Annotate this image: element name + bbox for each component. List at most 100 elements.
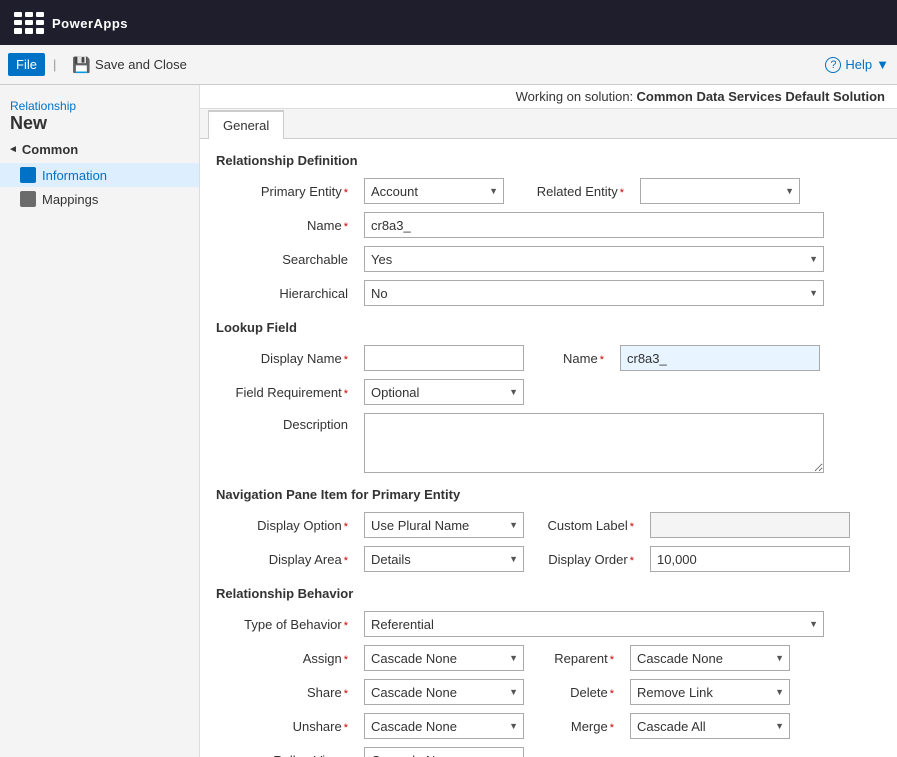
primary-entity-select[interactable]: Account bbox=[364, 178, 504, 204]
help-chevron-icon: ▼ bbox=[876, 57, 889, 72]
type-behavior-select[interactable]: Referential Parental Custom bbox=[364, 611, 824, 637]
name2-label: Name* bbox=[532, 351, 612, 366]
name-label: Name* bbox=[216, 218, 356, 233]
name-row: Name* cr8a3_ bbox=[216, 212, 881, 238]
sidebar-item-information[interactable]: Information bbox=[0, 163, 199, 187]
help-button[interactable]: ? Help ▼ bbox=[825, 57, 889, 73]
delete-select-wrap: Remove Link Cascade All Cascade None bbox=[630, 679, 790, 705]
save-close-button[interactable]: 💾 Save and Close bbox=[64, 52, 194, 78]
description-textarea[interactable] bbox=[364, 413, 824, 473]
field-req-row: Field Requirement* Optional Required Rec… bbox=[216, 379, 881, 405]
hierarchical-row: Hierarchical No Yes bbox=[216, 280, 881, 306]
merge-select[interactable]: Cascade All Cascade None bbox=[630, 713, 790, 739]
delete-required: * bbox=[610, 688, 614, 700]
sidebar-item-mappings-label: Mappings bbox=[42, 192, 98, 207]
searchable-row: Searchable Yes No bbox=[216, 246, 881, 272]
display-area-select-wrap: Details Marketing Sales bbox=[364, 546, 524, 572]
primary-entity-label: Primary Entity* bbox=[216, 184, 356, 199]
primary-entity-required: * bbox=[344, 187, 348, 199]
display-order-input[interactable]: 10,000 bbox=[650, 546, 850, 572]
assign-reparent-row: Assign* Cascade None Cascade All Reparen… bbox=[216, 645, 881, 671]
assign-required: * bbox=[344, 654, 348, 666]
sidebar: Relationship New ◄ Common Information Ma… bbox=[0, 85, 200, 757]
sidebar-item-mappings[interactable]: Mappings bbox=[0, 187, 199, 211]
display-name-input[interactable] bbox=[364, 345, 524, 371]
custom-label-input[interactable] bbox=[650, 512, 850, 538]
hierarchical-label: Hierarchical bbox=[216, 286, 356, 301]
file-button[interactable]: File bbox=[8, 53, 45, 76]
searchable-label: Searchable bbox=[216, 252, 356, 267]
type-behavior-label: Type of Behavior* bbox=[216, 617, 356, 632]
rollup-row: Rollup View* Cascade None Cascade All bbox=[216, 747, 881, 757]
working-on-bar: Working on solution: Common Data Service… bbox=[200, 85, 897, 109]
help-label: Help bbox=[845, 57, 872, 72]
display-option-select[interactable]: Use Plural Name Use Custom Label Do Not … bbox=[364, 512, 524, 538]
hierarchical-select[interactable]: No Yes bbox=[364, 280, 824, 306]
help-icon: ? bbox=[825, 57, 841, 73]
waffle-icon[interactable] bbox=[10, 8, 40, 38]
delete-select[interactable]: Remove Link Cascade All Cascade None bbox=[630, 679, 790, 705]
assign-select[interactable]: Cascade None Cascade All bbox=[364, 645, 524, 671]
rollup-label: Rollup View* bbox=[216, 753, 356, 757]
merge-required: * bbox=[610, 722, 614, 734]
related-entity-label: Related Entity* bbox=[512, 184, 632, 199]
searchable-select-wrap: Yes No bbox=[364, 246, 824, 272]
related-entity-required: * bbox=[620, 187, 624, 199]
description-label: Description bbox=[216, 413, 356, 432]
display-area-select[interactable]: Details Marketing Sales bbox=[364, 546, 524, 572]
primary-entity-row: Primary Entity* Account Related Entity* bbox=[216, 178, 881, 204]
app-title: PowerApps bbox=[52, 12, 128, 33]
sidebar-new-label: New bbox=[10, 113, 47, 133]
share-delete-row: Share* Cascade None Cascade All Delete* … bbox=[216, 679, 881, 705]
rollup-select-wrap: Cascade None Cascade All bbox=[364, 747, 524, 757]
rel-def-section-title: Relationship Definition bbox=[216, 153, 881, 168]
unshare-label: Unshare* bbox=[216, 719, 356, 734]
display-order-label: Display Order* bbox=[532, 552, 642, 567]
working-on-label: Working on solution: bbox=[516, 89, 634, 104]
save-icon: 💾 bbox=[72, 56, 91, 74]
main-panel: Working on solution: Common Data Service… bbox=[200, 85, 897, 757]
display-option-required: * bbox=[344, 521, 348, 533]
sidebar-header: Relationship New bbox=[0, 93, 199, 136]
form-content: Relationship Definition Primary Entity* … bbox=[200, 139, 897, 757]
mappings-icon bbox=[20, 191, 36, 207]
name-input[interactable]: cr8a3_ bbox=[364, 212, 824, 238]
nav-pane-section-title: Navigation Pane Item for Primary Entity bbox=[216, 487, 881, 502]
display-area-required: * bbox=[344, 555, 348, 567]
name2-input[interactable]: cr8a3_ bbox=[620, 345, 820, 371]
tab-general[interactable]: General bbox=[208, 110, 284, 139]
reparent-select[interactable]: Cascade None Cascade All bbox=[630, 645, 790, 671]
assign-label: Assign* bbox=[216, 651, 356, 666]
share-label: Share* bbox=[216, 685, 356, 700]
sidebar-section-label: Common bbox=[22, 142, 78, 157]
display-area-row: Display Area* Details Marketing Sales Di… bbox=[216, 546, 881, 572]
display-option-select-wrap: Use Plural Name Use Custom Label Do Not … bbox=[364, 512, 524, 538]
custom-label-label: Custom Label* bbox=[532, 518, 642, 533]
related-entity-select[interactable] bbox=[640, 178, 800, 204]
arrow-icon: ◄ bbox=[8, 144, 18, 155]
display-name-row: Display Name* Name* cr8a3_ bbox=[216, 345, 881, 371]
rollup-select[interactable]: Cascade None Cascade All bbox=[364, 747, 524, 757]
unshare-merge-row: Unshare* Cascade None Cascade All Merge*… bbox=[216, 713, 881, 739]
top-bar: PowerApps bbox=[0, 0, 897, 45]
name-required: * bbox=[344, 221, 348, 233]
unshare-required: * bbox=[344, 722, 348, 734]
searchable-select[interactable]: Yes No bbox=[364, 246, 824, 272]
field-req-select[interactable]: Optional Required Recommended bbox=[364, 379, 524, 405]
unshare-select-wrap: Cascade None Cascade All bbox=[364, 713, 524, 739]
hierarchical-select-wrap: No Yes bbox=[364, 280, 824, 306]
display-name-label: Display Name* bbox=[216, 351, 356, 366]
sidebar-rel-label: Relationship bbox=[10, 99, 189, 113]
information-icon bbox=[20, 167, 36, 183]
reparent-required: * bbox=[610, 654, 614, 666]
unshare-select[interactable]: Cascade None Cascade All bbox=[364, 713, 524, 739]
related-entity-select-wrap bbox=[640, 178, 800, 204]
display-name-required: * bbox=[344, 354, 348, 366]
sidebar-item-information-label: Information bbox=[42, 168, 107, 183]
reparent-label: Reparent* bbox=[532, 651, 622, 666]
sidebar-section-toggle[interactable]: ◄ Common bbox=[0, 136, 199, 163]
share-select[interactable]: Cascade None Cascade All bbox=[364, 679, 524, 705]
display-area-label: Display Area* bbox=[216, 552, 356, 567]
field-req-select-wrap: Optional Required Recommended bbox=[364, 379, 524, 405]
reparent-select-wrap: Cascade None Cascade All bbox=[630, 645, 790, 671]
